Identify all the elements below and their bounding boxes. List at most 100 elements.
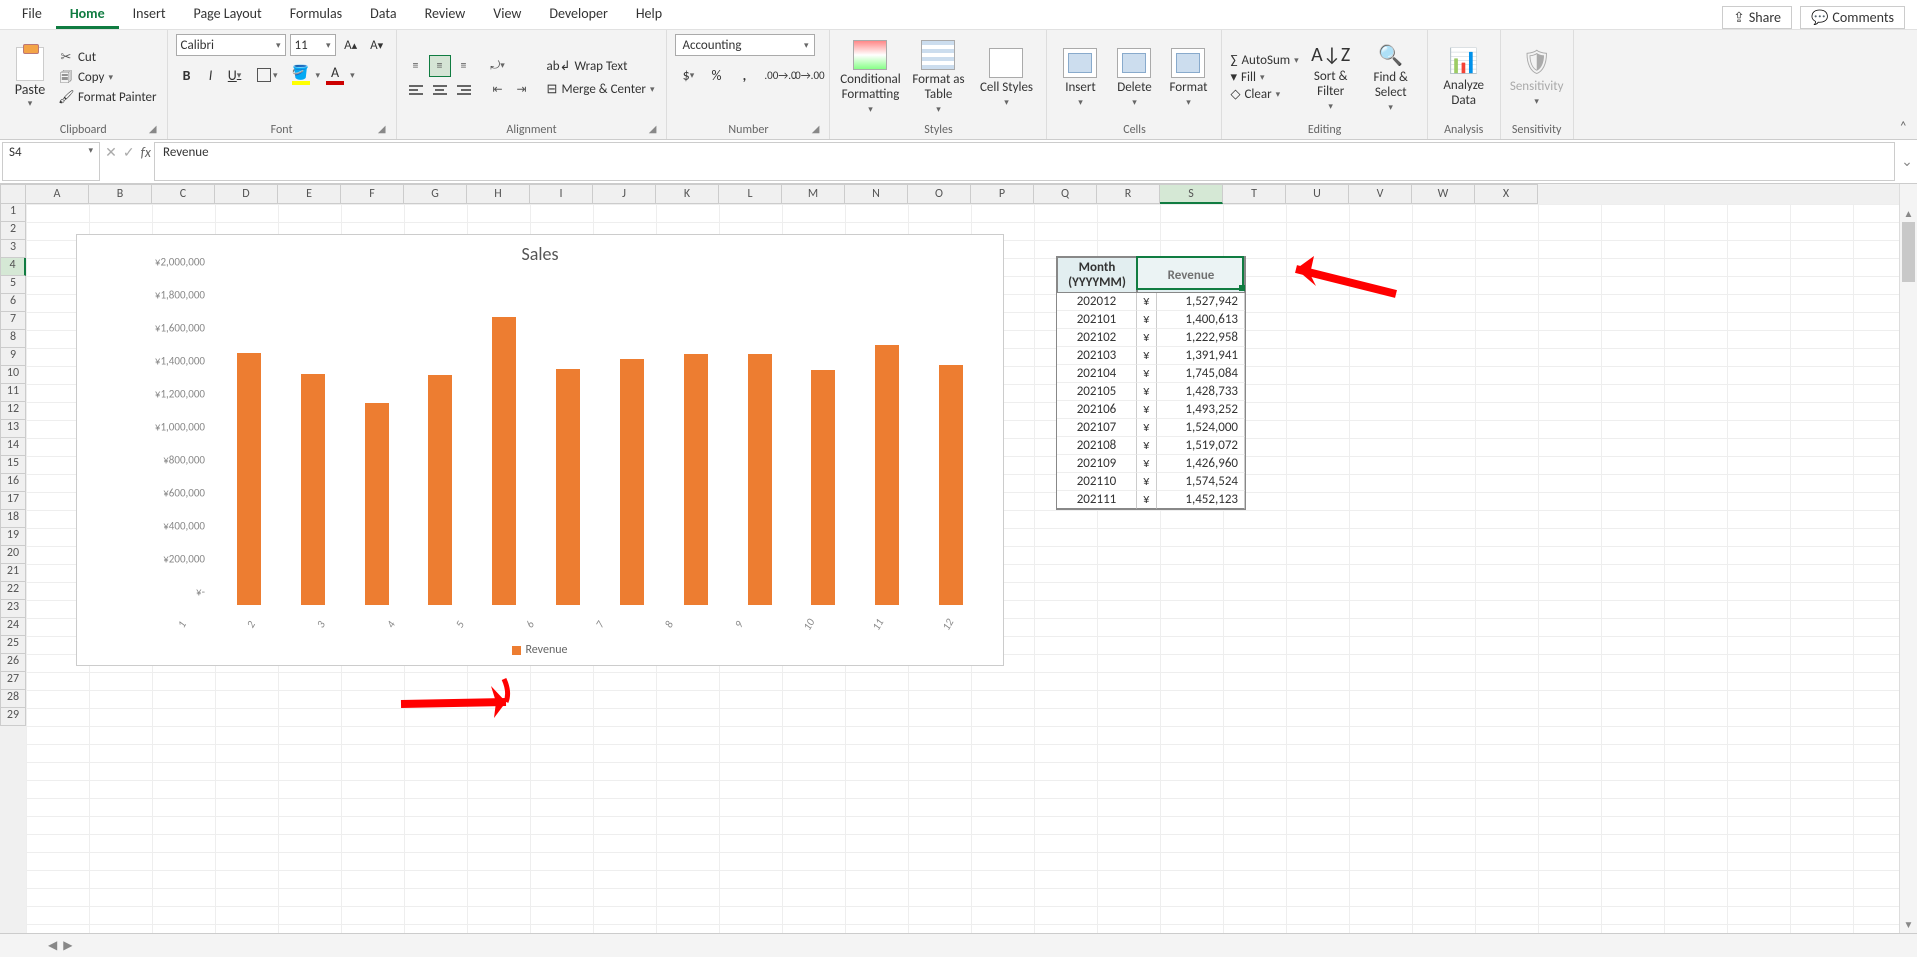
bold-button[interactable]: B <box>176 64 198 86</box>
tab-home[interactable]: Home <box>56 1 119 29</box>
row-header[interactable]: 22 <box>0 582 26 600</box>
tab-view[interactable]: View <box>479 1 535 29</box>
cell-revenue[interactable]: 1,493,252 <box>1157 401 1245 419</box>
align-left-button[interactable] <box>405 79 427 101</box>
font-size-select[interactable]: 11▾ <box>290 34 336 56</box>
dialog-launcher-icon[interactable]: ◢ <box>649 122 657 135</box>
column-header[interactable]: W <box>1412 184 1475 204</box>
clear-button[interactable]: ◇Clear▾ <box>1230 87 1298 102</box>
decrease-font-button[interactable]: A▾ <box>366 34 388 56</box>
chart-bar[interactable] <box>428 375 452 605</box>
chart-bar[interactable] <box>620 359 644 605</box>
cell-month[interactable]: 202103 <box>1057 347 1137 365</box>
row-header[interactable]: 8 <box>0 330 26 348</box>
row-header[interactable]: 15 <box>0 456 26 474</box>
table-row[interactable]: 202109¥1,426,960 <box>1057 455 1245 473</box>
row-header[interactable]: 9 <box>0 348 26 366</box>
row-header[interactable]: 29 <box>0 708 26 726</box>
row-header[interactable]: 25 <box>0 636 26 654</box>
table-row[interactable]: 202110¥1,574,524 <box>1057 473 1245 491</box>
row-header[interactable]: 14 <box>0 438 26 456</box>
column-header[interactable]: B <box>89 184 152 204</box>
table-row[interactable]: 202103¥1,391,941 <box>1057 347 1245 365</box>
conditional-formatting-button[interactable]: Conditional Formatting▾ <box>838 40 902 115</box>
column-header[interactable]: I <box>530 184 593 204</box>
table-row[interactable]: 202101¥1,400,613 <box>1057 311 1245 329</box>
row-header[interactable]: 1 <box>0 204 26 222</box>
row-header[interactable]: 20 <box>0 546 26 564</box>
cell-revenue[interactable]: 1,400,613 <box>1157 311 1245 329</box>
decrease-indent-button[interactable]: ⇤ <box>487 79 509 101</box>
table-row[interactable]: 202104¥1,745,084 <box>1057 365 1245 383</box>
cell-revenue[interactable]: 1,574,524 <box>1157 473 1245 491</box>
row-header[interactable]: 17 <box>0 492 26 510</box>
row-header[interactable]: 24 <box>0 618 26 636</box>
column-header[interactable]: M <box>782 184 845 204</box>
column-header[interactable]: K <box>656 184 719 204</box>
scroll-up-button[interactable]: ▲ <box>1900 204 1917 222</box>
chart-bar[interactable] <box>875 345 899 605</box>
increase-font-button[interactable]: A▴ <box>340 34 362 56</box>
orientation-button[interactable]: ⤾▾ <box>487 55 509 77</box>
table-row[interactable]: 202102¥1,222,958 <box>1057 329 1245 347</box>
row-header[interactable]: 7 <box>0 312 26 330</box>
cell-currency[interactable]: ¥ <box>1137 437 1157 455</box>
tab-help[interactable]: Help <box>622 1 676 29</box>
tab-developer[interactable]: Developer <box>535 1 621 29</box>
column-header[interactable]: X <box>1475 184 1538 204</box>
enter-icon[interactable]: ✓ <box>123 144 135 161</box>
merge-center-button[interactable]: ⊟Merge & Center▾ <box>543 81 659 98</box>
share-button[interactable]: ⇪Share <box>1722 6 1792 29</box>
format-cells-button[interactable]: Format▾ <box>1163 48 1213 108</box>
table-header-revenue[interactable]: Revenue <box>1137 257 1245 293</box>
copy-button[interactable]: Copy▾ <box>56 69 159 87</box>
format-as-table-button[interactable]: Format as Table▾ <box>906 40 970 115</box>
format-painter-button[interactable]: Format Painter <box>56 89 159 107</box>
column-header[interactable]: J <box>593 184 656 204</box>
column-header[interactable]: V <box>1349 184 1412 204</box>
column-header[interactable]: R <box>1097 184 1160 204</box>
row-header[interactable]: 12 <box>0 402 26 420</box>
cell-revenue[interactable]: 1,527,942 <box>1157 293 1245 311</box>
increase-decimal-button[interactable]: .00→.0 <box>767 64 793 86</box>
row-header[interactable]: 13 <box>0 420 26 438</box>
row-header[interactable]: 10 <box>0 366 26 384</box>
align-right-button[interactable] <box>453 79 475 101</box>
cell-currency[interactable]: ¥ <box>1137 311 1157 329</box>
column-header[interactable]: G <box>404 184 467 204</box>
cell-revenue[interactable]: 1,452,123 <box>1157 491 1245 509</box>
table-header-month[interactable]: Month (YYYYMM) <box>1057 257 1137 293</box>
column-header[interactable]: L <box>719 184 782 204</box>
cell-currency[interactable]: ¥ <box>1137 293 1157 311</box>
worksheet-grid[interactable]: Sales ¥-¥200,000¥400,000¥600,000¥800,000… <box>26 204 1899 933</box>
cell-month[interactable]: 202107 <box>1057 419 1137 437</box>
chart-bar[interactable] <box>365 403 389 605</box>
column-header[interactable]: U <box>1286 184 1349 204</box>
accounting-format-button[interactable]: $▾ <box>675 64 701 86</box>
cell-month[interactable]: 202102 <box>1057 329 1137 347</box>
column-header[interactable]: F <box>341 184 404 204</box>
fx-icon[interactable]: fx <box>141 144 151 161</box>
tab-review[interactable]: Review <box>411 1 480 29</box>
chart-bar[interactable] <box>811 370 835 605</box>
insert-cells-button[interactable]: Insert▾ <box>1055 48 1105 108</box>
row-header[interactable]: 3 <box>0 240 26 258</box>
dialog-launcher-icon[interactable]: ◢ <box>378 122 386 135</box>
cell-month[interactable]: 202108 <box>1057 437 1137 455</box>
column-header[interactable]: O <box>908 184 971 204</box>
cell-month[interactable]: 202012 <box>1057 293 1137 311</box>
column-header[interactable]: H <box>467 184 530 204</box>
cell-month[interactable]: 202105 <box>1057 383 1137 401</box>
align-center-button[interactable] <box>429 79 451 101</box>
tab-file[interactable]: File <box>8 1 56 29</box>
chart-bar[interactable] <box>939 365 963 605</box>
table-row[interactable]: 202111¥1,452,123 <box>1057 491 1245 509</box>
cell-revenue[interactable]: 1,426,960 <box>1157 455 1245 473</box>
cell-currency[interactable]: ¥ <box>1137 329 1157 347</box>
comments-button[interactable]: 💬Comments <box>1800 6 1905 29</box>
comma-format-button[interactable]: , <box>731 64 757 86</box>
number-format-select[interactable]: Accounting▾ <box>675 34 815 56</box>
row-header[interactable]: 2 <box>0 222 26 240</box>
italic-button[interactable]: I <box>200 64 222 86</box>
fill-color-button[interactable]: 🪣 <box>288 64 314 86</box>
